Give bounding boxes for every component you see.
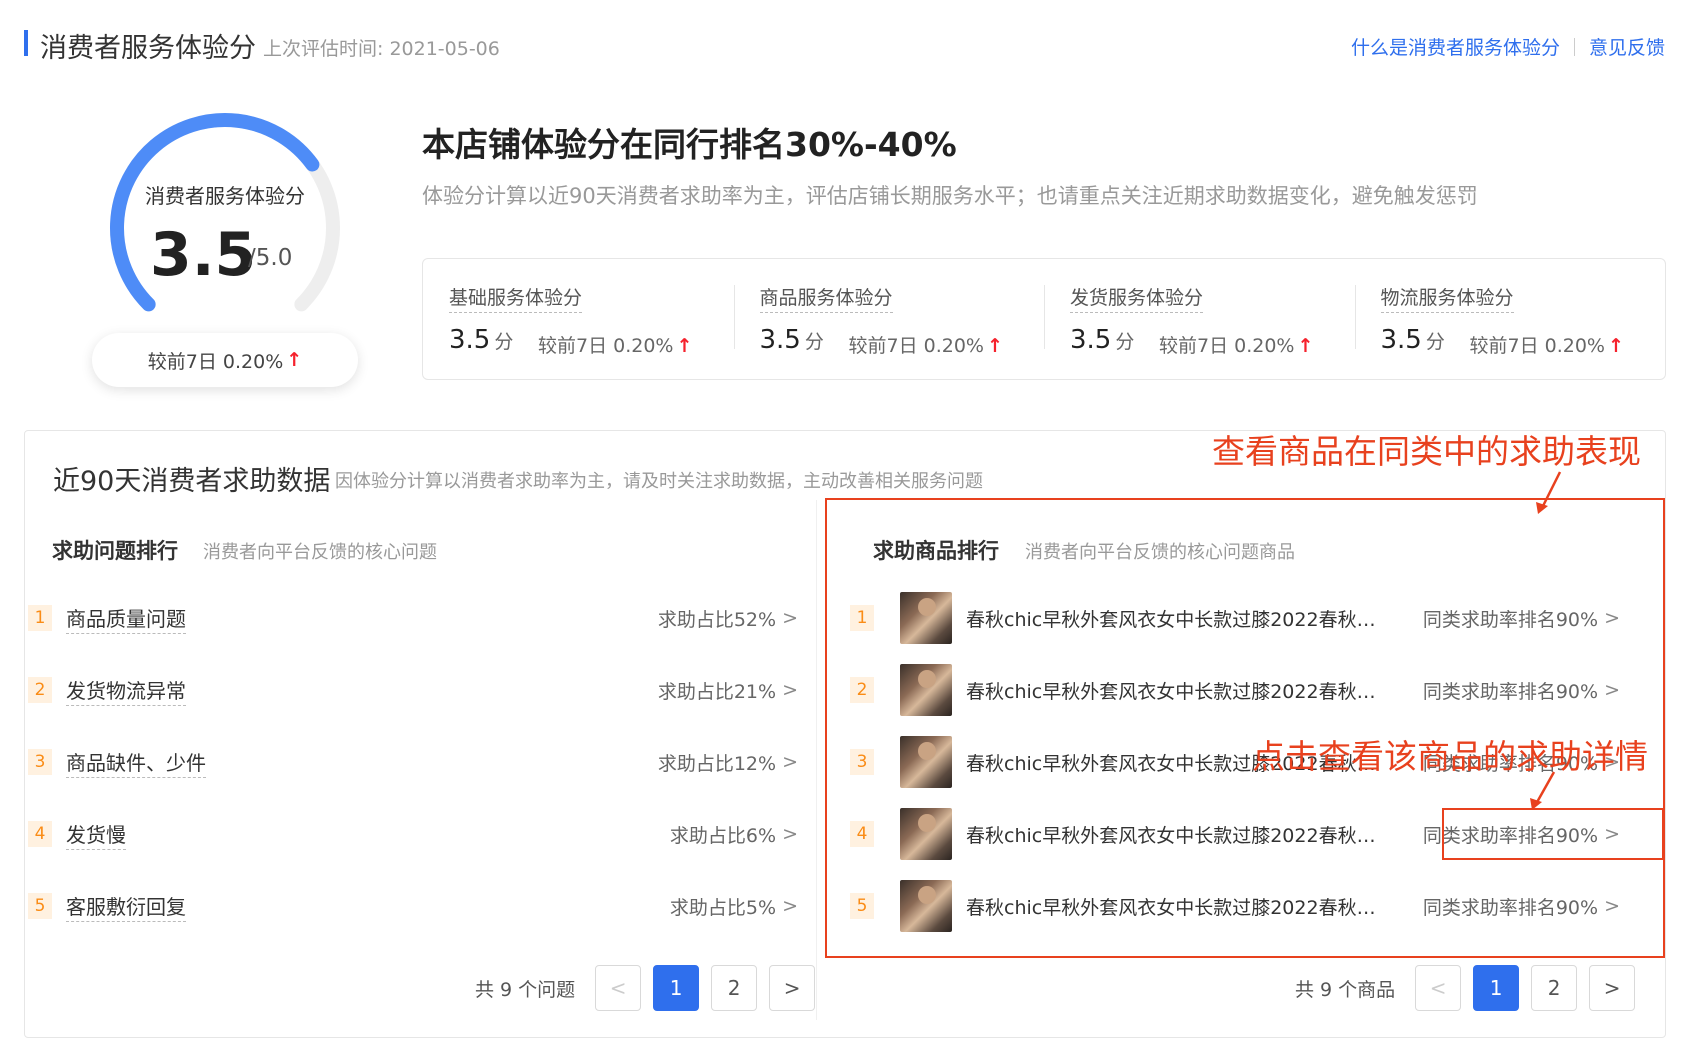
issue-name[interactable]: 客服敷衍回复 xyxy=(66,891,186,922)
subscore-value: 3.5 分 xyxy=(1380,325,1445,355)
rank-badge: 3 xyxy=(28,749,52,775)
issue-percentage: 求助占比21% xyxy=(657,680,777,703)
chevron-right-icon: > xyxy=(782,823,798,845)
score-gauge: 消费者服务体验分 3.5 /5.0 较前7日 0.20% ↑ xyxy=(90,110,360,390)
link-separator xyxy=(1573,37,1575,56)
rank-headline: 本店铺体验分在同行排名30%-40% xyxy=(422,125,957,164)
column-divider xyxy=(816,500,817,1020)
subscore-label[interactable]: 商品服务体验分 xyxy=(759,283,893,313)
subscore-basic: 基础服务体验分 3.5 分 较前7日 0.20% ↑ xyxy=(423,259,734,379)
subscore-label[interactable]: 物流服务体验分 xyxy=(1380,283,1514,313)
rank-badge: 5 xyxy=(28,893,52,919)
page-button[interactable]: 2 xyxy=(711,965,758,1011)
annotation-text-products: 查看商品在同类中的求助表现 xyxy=(1212,432,1641,471)
products-pagination: 共 9 个商品 < 1 2 > xyxy=(1295,965,1647,1011)
arrow-up-icon: ↑ xyxy=(1297,335,1314,357)
chevron-right-icon: > xyxy=(782,679,798,701)
prev-page-button[interactable]: < xyxy=(1415,965,1462,1011)
issue-row[interactable]: 5 客服敷衍回复 求助占比5% > xyxy=(28,886,798,926)
arrow-up-icon: ↑ xyxy=(676,335,693,357)
subscore-compare: 较前7日 0.20% ↑ xyxy=(538,335,693,357)
rank-badge: 4 xyxy=(28,821,52,847)
annotation-text-detail: 点击查看该商品的求助详情 xyxy=(1252,737,1648,776)
chevron-right-icon: > xyxy=(782,751,798,773)
issue-row[interactable]: 4 发货慢 求助占比6% > xyxy=(28,814,798,854)
arrow-up-icon: ↑ xyxy=(286,349,303,371)
annotation-arrow-icon xyxy=(1530,771,1556,810)
gauge-label: 消费者服务体验分 xyxy=(145,184,305,208)
subscore-value: 3.5 分 xyxy=(759,325,824,355)
issues-total: 共 9 个问题 xyxy=(475,978,576,1001)
subscore-compare: 较前7日 0.20% ↑ xyxy=(1469,335,1624,357)
issue-row[interactable]: 3 商品缺件、少件 求助占比12% > xyxy=(28,742,798,782)
page-header: 消费者服务体验分 上次评估时间: 2021-05-06 什么是消费者服务体验分 … xyxy=(0,0,1689,90)
arrow-up-icon: ↑ xyxy=(987,335,1003,357)
issue-percentage: 求助占比52% xyxy=(657,608,777,631)
issue-percentage: 求助占比12% xyxy=(657,752,777,775)
subscore-label[interactable]: 发货服务体验分 xyxy=(1070,283,1204,313)
issue-name[interactable]: 商品缺件、少件 xyxy=(66,747,206,778)
annotation-arrow-icon xyxy=(1536,471,1562,514)
issues-heading: 求助问题排行 xyxy=(52,539,178,563)
annotation-box-products xyxy=(825,498,1665,958)
issue-row[interactable]: 2 发货物流异常 求助占比21% > xyxy=(28,670,798,710)
page-button[interactable]: 1 xyxy=(1473,965,1520,1011)
gauge-compare-text: 较前7日 0.20% xyxy=(147,350,284,373)
issue-percentage: 求助占比6% xyxy=(669,824,777,847)
page-button[interactable]: 1 xyxy=(653,965,700,1011)
gauge-score: 3.5 xyxy=(150,220,257,290)
header-links: 什么是消费者服务体验分 意见反馈 xyxy=(1351,33,1665,60)
subscore-shipping: 发货服务体验分 3.5 分 较前7日 0.20% ↑ xyxy=(1044,259,1355,379)
page-title: 消费者服务体验分 xyxy=(40,33,256,64)
issue-name[interactable]: 商品质量问题 xyxy=(66,603,186,634)
subscore-product: 商品服务体验分 3.5 分 较前7日 0.20% ↑ xyxy=(733,259,1045,379)
prev-page-button[interactable]: < xyxy=(595,965,642,1011)
last-evaluated-time: 上次评估时间: 2021-05-06 xyxy=(263,38,500,60)
subscore-label[interactable]: 基础服务体验分 xyxy=(449,283,583,313)
issue-row[interactable]: 1 商品质量问题 求助占比52% > xyxy=(28,598,798,638)
subscore-compare: 较前7日 0.20% ↑ xyxy=(848,335,1003,357)
next-page-button[interactable]: > xyxy=(1589,965,1636,1011)
gauge-max: /5.0 xyxy=(248,245,293,271)
next-page-button[interactable]: > xyxy=(769,965,816,1011)
annotation-box-rank-detail xyxy=(1442,808,1664,860)
chevron-right-icon: > xyxy=(782,607,798,629)
issue-name[interactable]: 发货慢 xyxy=(66,819,126,850)
issues-subheading: 消费者向平台反馈的核心问题 xyxy=(203,542,437,563)
issue-name[interactable]: 发货物流异常 xyxy=(66,675,186,706)
help-data-desc: 因体验分计算以消费者求助率为主，请及时关注求助数据，主动改善相关服务问题 xyxy=(335,471,983,492)
chevron-right-icon: > xyxy=(782,895,798,917)
subscore-value: 3.5 分 xyxy=(449,325,514,355)
products-total: 共 9 个商品 xyxy=(1295,978,1396,1001)
title-accent-bar xyxy=(24,30,28,56)
gauge-compare-pill: 较前7日 0.20% ↑ xyxy=(92,333,358,387)
rank-badge: 2 xyxy=(28,677,52,703)
what-is-score-link[interactable]: 什么是消费者服务体验分 xyxy=(1351,33,1560,60)
issues-pagination: 共 9 个问题 < 1 2 > xyxy=(475,965,827,1011)
rank-badge: 1 xyxy=(28,605,52,631)
subscore-value: 3.5 分 xyxy=(1070,325,1135,355)
feedback-link[interactable]: 意见反馈 xyxy=(1589,33,1665,60)
subscore-logistics: 物流服务体验分 3.5 分 较前7日 0.20% ↑ xyxy=(1354,259,1666,379)
help-data-title: 近90天消费者求助数据 xyxy=(53,466,331,497)
subscore-panel: 基础服务体验分 3.5 分 较前7日 0.20% ↑ 商品服务体验分 3.5 分 较前… xyxy=(422,258,1666,380)
rank-description: 体验分计算以近90天消费者求助率为主，评估店铺长期服务水平；也请重点关注近期求助… xyxy=(422,184,1478,208)
arrow-up-icon: ↑ xyxy=(1608,335,1624,357)
page-button[interactable]: 2 xyxy=(1531,965,1578,1011)
subscore-compare: 较前7日 0.20% ↑ xyxy=(1159,335,1314,357)
issue-percentage: 求助占比5% xyxy=(669,896,777,919)
